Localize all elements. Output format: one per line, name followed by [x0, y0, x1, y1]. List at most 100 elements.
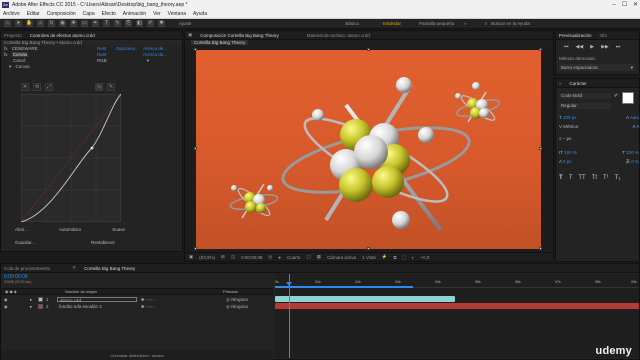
- camera-tool-icon[interactable]: ◉: [59, 20, 66, 27]
- current-time[interactable]: 0:00:00:08: [241, 255, 262, 260]
- workspace-pantalla-pequena[interactable]: Pantalla pequeña: [419, 19, 454, 29]
- all-caps-button[interactable]: TT: [578, 174, 585, 182]
- tab-composition[interactable]: Composición Corteilla Big Bang Theory: [200, 33, 278, 38]
- next-frame-icon[interactable]: ▶▶: [601, 44, 609, 50]
- brush-tool-icon[interactable]: ✎: [114, 20, 121, 27]
- transform-handle[interactable]: [539, 247, 542, 250]
- layer-name[interactable]: atomo.c4d: [57, 297, 137, 303]
- tracking-field[interactable]: A 0: [632, 124, 639, 130]
- tab-effect-controls[interactable]: Controles de efectos atomo.crdd: [30, 33, 95, 38]
- open-button[interactable]: Abrir...: [15, 226, 28, 234]
- faux-italic-button[interactable]: T: [569, 174, 573, 182]
- horizontal-scale-field[interactable]: T 100 %: [622, 150, 639, 156]
- always-preview-icon[interactable]: ▣: [189, 254, 193, 260]
- layer-label-color[interactable]: [38, 304, 43, 309]
- eyedropper-icon[interactable]: ✐: [614, 93, 618, 99]
- bezier-curve-icon[interactable]: ∿: [95, 83, 103, 91]
- subscript-button[interactable]: T₁: [615, 174, 621, 182]
- curves-group-row[interactable]: ▾ Curvas: [1, 64, 182, 70]
- menu-archivo[interactable]: Archivo: [3, 10, 20, 18]
- maximize-button[interactable]: ☐: [622, 1, 627, 9]
- close-button[interactable]: ✕: [633, 1, 638, 9]
- layer-label-color[interactable]: [38, 297, 43, 302]
- timeline-icon[interactable]: ⧉: [393, 255, 396, 260]
- layer-name[interactable]: fondito tufa escalón 2: [59, 303, 102, 310]
- view-layout-select[interactable]: 1 Vista: [362, 255, 376, 260]
- color-channel-icon[interactable]: ●: [278, 255, 281, 260]
- font-style-select[interactable]: Regular: [559, 103, 611, 109]
- transform-handle[interactable]: [194, 247, 197, 250]
- lock-icon[interactable]: ▣: [188, 32, 192, 38]
- tab-info[interactable]: Info: [600, 33, 608, 38]
- tab-render-queue[interactable]: Cola de procesamiento: [4, 266, 50, 271]
- roto-brush-tool-icon[interactable]: ✐: [147, 20, 154, 27]
- menu-efecto[interactable]: Efecto: [102, 10, 116, 18]
- transform-handle[interactable]: [194, 147, 197, 150]
- font-size-field[interactable]: T 200 px: [559, 115, 576, 121]
- transform-handle[interactable]: [194, 48, 197, 51]
- layer-switches[interactable]: ✱ ▫ ▫ ▫ ▫: [141, 303, 154, 310]
- minimize-button[interactable]: –: [612, 1, 615, 9]
- superscript-button[interactable]: T¹: [603, 174, 609, 182]
- align-checkbox-label[interactable]: Ajuste: [179, 19, 192, 29]
- snapshot-icon[interactable]: ◎: [268, 254, 272, 260]
- timeline-graph-area[interactable]: 0s 01s 02s 03s 04s 05s 06s 07s 08s 09s: [275, 274, 639, 358]
- eye-icon[interactable]: ◉: [4, 303, 8, 310]
- layer-parent[interactable]: ◎ Ninguno: [226, 303, 248, 310]
- small-caps-button[interactable]: Tt: [592, 174, 597, 182]
- menu-ver[interactable]: Ver: [153, 10, 161, 18]
- parent-header[interactable]: Primario: [223, 289, 238, 295]
- playhead[interactable]: [289, 274, 290, 358]
- workspace-estandar[interactable]: Estándar: [383, 19, 401, 29]
- rectangle-tool-icon[interactable]: ▭: [81, 20, 88, 27]
- expand-chevron-icon[interactable]: ▸: [30, 303, 32, 310]
- tab-footage[interactable]: Material de archivo: atomo.crdd: [307, 33, 370, 38]
- eraser-tool-icon[interactable]: ◧: [136, 20, 143, 27]
- pencil-curve-icon[interactable]: ✎: [107, 83, 115, 91]
- flowchart-icon[interactable]: ⛶: [403, 255, 406, 260]
- menu-ayuda[interactable]: Ayuda: [193, 10, 207, 18]
- exposure-value[interactable]: +0,0: [420, 255, 429, 260]
- selection-tool-icon[interactable]: ➤: [15, 20, 22, 27]
- menu-animacion[interactable]: Animación: [123, 10, 146, 18]
- close-icon[interactable]: ✕: [21, 83, 29, 91]
- layer-duration-bar[interactable]: [275, 296, 455, 302]
- baseline-shift-field[interactable]: A 0 px: [559, 159, 572, 165]
- last-frame-icon[interactable]: ⏭: [616, 44, 621, 50]
- fast-preview-icon[interactable]: ⚡: [382, 254, 388, 260]
- leading-field[interactable]: A Auto: [626, 115, 639, 121]
- tab-project[interactable]: Proyecto: [4, 33, 22, 38]
- roi-icon[interactable]: ▢: [307, 254, 311, 260]
- layer-row[interactable]: ◉ ▸ 2 fondito tufa escalón 2 ✱ ▫ ▫ ▫ ▫ ◎…: [1, 303, 273, 310]
- curve-reset-icon[interactable]: ⟲: [33, 83, 41, 91]
- faux-bold-button[interactable]: T: [559, 174, 563, 182]
- home-icon[interactable]: ⌂: [4, 20, 11, 27]
- transform-handle[interactable]: [367, 247, 370, 250]
- curves-graph[interactable]: [21, 94, 121, 222]
- save-button[interactable]: Guardar...: [15, 239, 35, 247]
- toggle-switches-modes[interactable]: Conmutar definidores / modos: [1, 351, 273, 360]
- font-family-select[interactable]: Code Bold: [559, 93, 611, 99]
- tab-preview[interactable]: Previsualización: [559, 33, 592, 38]
- first-frame-icon[interactable]: ⏮: [564, 44, 569, 50]
- tsume-field[interactable]: あ 0 %: [625, 159, 639, 165]
- close-icon[interactable]: ✕: [72, 265, 76, 271]
- tab-comp-timeline[interactable]: Corteilla Big Bang Theory: [84, 266, 135, 271]
- composition-canvas[interactable]: [196, 50, 541, 249]
- expand-chevron-icon[interactable]: ▸: [30, 296, 32, 303]
- layer-parent[interactable]: ◎ Ninguno: [226, 296, 248, 303]
- search-help-input[interactable]: Buscar en la Ayuda: [491, 19, 530, 29]
- type-tool-icon[interactable]: T: [103, 20, 110, 27]
- resolution-select[interactable]: Cuarto: [287, 255, 301, 260]
- puppet-tool-icon[interactable]: ✱: [158, 20, 165, 27]
- time-ruler[interactable]: 0s 01s 02s 03s 04s 05s 06s 07s 08s 09s: [275, 274, 639, 288]
- exposure-icon[interactable]: ◐: [412, 255, 415, 260]
- source-name-header[interactable]: Nombre de origen: [65, 289, 97, 295]
- tab-character[interactable]: Carácter: [570, 81, 587, 86]
- open-curve-icon[interactable]: ⤢: [45, 83, 53, 91]
- transform-handle[interactable]: [539, 147, 542, 150]
- shortcut-select[interactable]: Barra espaciadora ▾: [559, 64, 635, 71]
- channel-select[interactable]: RGB ▾: [97, 58, 151, 64]
- rotate-tool-icon[interactable]: ↻: [48, 20, 55, 27]
- menu-editar[interactable]: Editar: [27, 10, 40, 18]
